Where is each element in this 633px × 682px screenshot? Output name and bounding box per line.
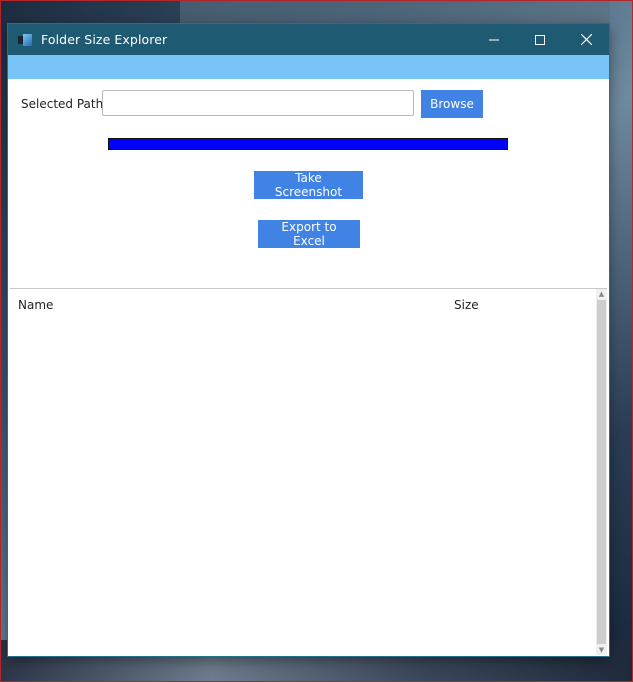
close-icon bbox=[580, 34, 592, 45]
column-header-name[interactable]: Name bbox=[18, 298, 53, 312]
browse-button[interactable]: Browse bbox=[421, 90, 483, 118]
list-header: Name Size bbox=[10, 289, 607, 319]
window-title: Folder Size Explorer bbox=[41, 32, 168, 47]
app-window: Folder Size Explorer Selected Path: Brow… bbox=[8, 24, 609, 656]
menu-bar bbox=[8, 55, 609, 79]
scroll-up-icon[interactable]: ▲ bbox=[596, 289, 607, 299]
minimize-button[interactable] bbox=[471, 24, 517, 55]
progress-bar bbox=[108, 138, 508, 150]
progress-fill bbox=[109, 139, 507, 149]
selected-path-input[interactable] bbox=[102, 90, 414, 116]
minimize-icon bbox=[489, 39, 499, 40]
column-header-size[interactable]: Size bbox=[454, 298, 479, 312]
vertical-scrollbar[interactable]: ▲ ▼ bbox=[596, 289, 607, 655]
maximize-button[interactable] bbox=[517, 24, 563, 55]
app-icon bbox=[18, 33, 32, 46]
maximize-icon bbox=[535, 34, 545, 45]
title-bar[interactable]: Folder Size Explorer bbox=[8, 24, 609, 55]
export-excel-button[interactable]: Export to Excel bbox=[258, 220, 360, 248]
scroll-thumb[interactable] bbox=[597, 300, 606, 644]
close-button[interactable] bbox=[563, 24, 609, 55]
scroll-down-icon[interactable]: ▼ bbox=[596, 645, 607, 655]
take-screenshot-button[interactable]: Take Screenshot bbox=[254, 171, 363, 199]
selected-path-label: Selected Path: bbox=[21, 97, 108, 111]
folder-list[interactable]: Name Size ▲ ▼ bbox=[10, 288, 607, 655]
path-row: Selected Path: bbox=[8, 90, 609, 118]
